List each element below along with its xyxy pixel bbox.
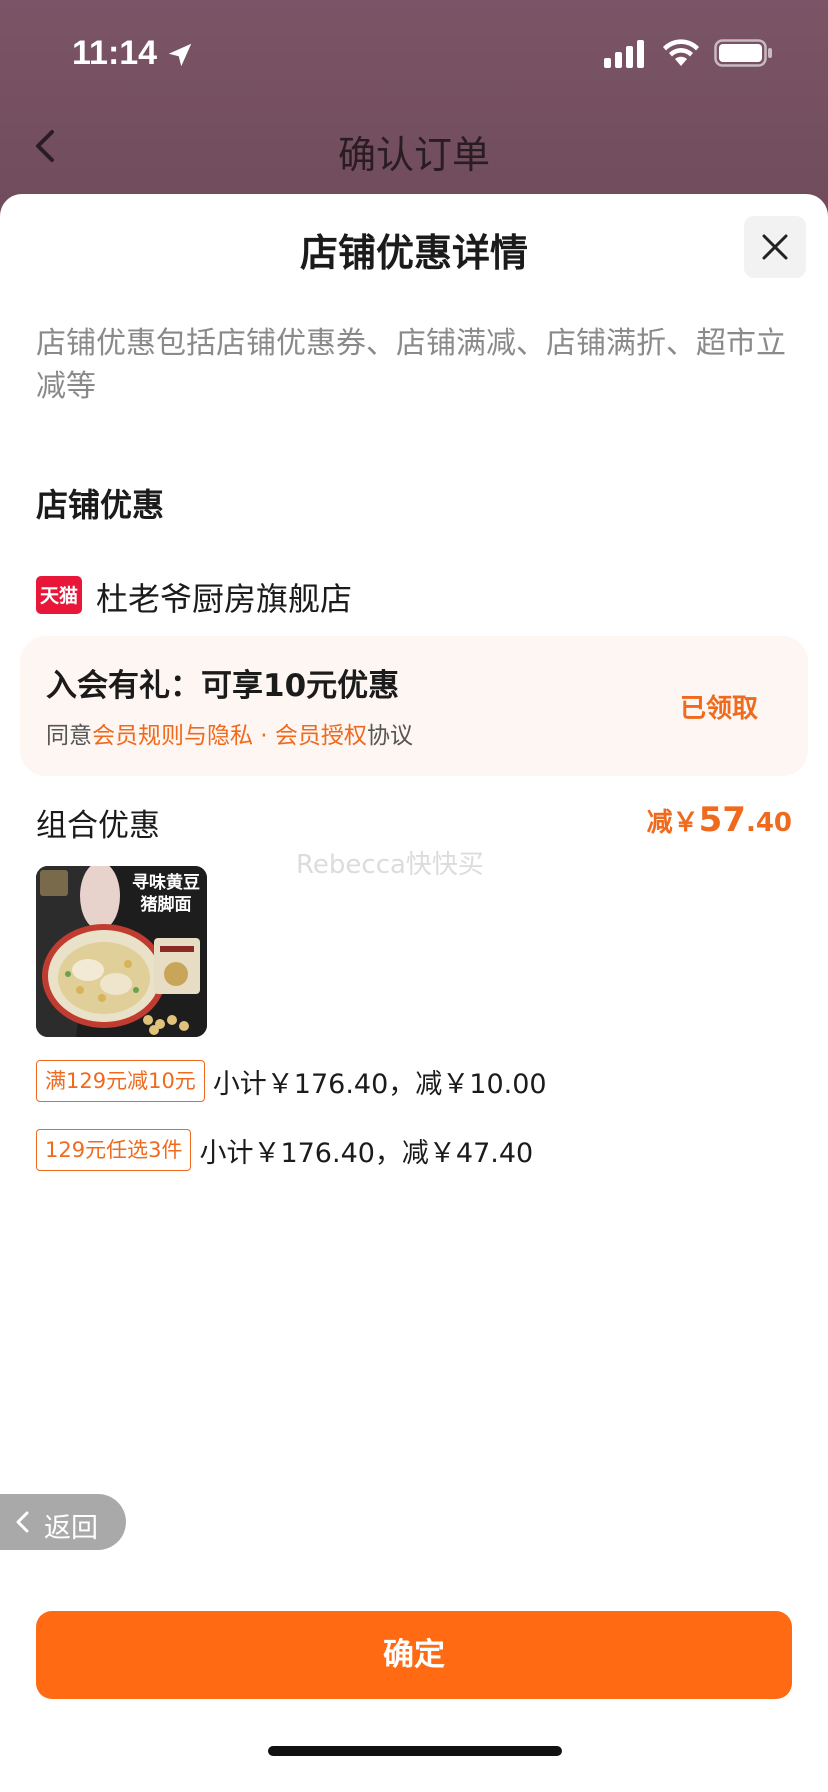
promotion-subtotal: 小计￥176.40，减￥47.40 — [199, 1137, 534, 1169]
promotion-tag: 129元任选3件 — [36, 1129, 192, 1171]
confirm-button[interactable]: 确定 — [36, 1611, 792, 1699]
member-agreement-text: 同意会员规则与隐私 · 会员授权协议 — [46, 716, 413, 750]
member-offer-status: 已领取 — [679, 694, 758, 724]
member-offer-title: 入会有礼：可享10元优惠 — [46, 668, 400, 704]
product-image-title: 寻味黄豆 猪脚面 — [132, 872, 200, 916]
discount-prefix: 减￥ — [646, 808, 699, 838]
status-time: 11:14 — [72, 34, 158, 72]
discount-description: 店铺优惠包括店铺优惠券、店铺满减、店铺满折、超市立减等 — [36, 326, 786, 404]
chevron-left-icon — [16, 1511, 29, 1533]
tmall-logo-text: 天猫 — [39, 585, 78, 607]
store-discount-sheet: 店铺优惠详情 店铺优惠包括店铺优惠券、店铺满减、店铺满折、超市立减等 店铺优惠 … — [0, 194, 828, 1792]
promotion-tag: 满129元减10元 — [36, 1060, 205, 1102]
discount-decimal: .40 — [745, 808, 792, 838]
close-button[interactable] — [744, 216, 806, 278]
product-title-line2: 猪脚面 — [140, 895, 192, 915]
agree-suffix: 协议 — [366, 723, 413, 749]
order-header: 确认订单 — [0, 110, 828, 190]
promotion-row: 129元任选3件 小计￥176.40，减￥47.40 — [36, 1129, 533, 1173]
close-icon — [762, 234, 788, 260]
return-label: 返回 — [44, 1513, 98, 1544]
wifi-icon — [663, 39, 699, 66]
order-page-title: 确认订单 — [337, 133, 490, 177]
member-rules-link[interactable]: 会员规则与隐私 · 会员授权 — [92, 723, 367, 749]
tmall-logo: 天猫 — [36, 576, 82, 614]
cellular-signal-icon — [604, 40, 644, 68]
store-name: 杜老爷厨房旗舰店 — [96, 580, 353, 618]
sheet-title: 店铺优惠详情 — [299, 231, 528, 275]
member-offer-card: 入会有礼：可享10元优惠 同意会员规则与隐私 · 会员授权协议 已领取 — [20, 636, 808, 776]
watermark: Rebecca快快买 — [296, 850, 484, 880]
promotion-subtotal: 小计￥176.40，减￥10.00 — [212, 1068, 547, 1100]
combo-discount-amount: 减￥57.40 — [647, 800, 792, 840]
home-indicator — [268, 1746, 562, 1756]
product-thumbnail[interactable]: 寻味黄豆 猪脚面 — [36, 866, 207, 1037]
combo-discount-label: 组合优惠 — [36, 808, 160, 844]
section-title-store-discount: 店铺优惠 — [36, 486, 165, 524]
battery-icon — [714, 39, 772, 67]
product-title-line1: 寻味黄豆 — [132, 873, 200, 893]
agree-prefix: 同意 — [46, 723, 92, 749]
status-bar: 11:14 — [0, 0, 828, 110]
location-arrow-icon — [168, 43, 192, 67]
discount-integer: 57 — [698, 800, 746, 840]
promotion-row: 满129元减10元 小计￥176.40，减￥10.00 — [36, 1060, 547, 1104]
return-button[interactable]: 返回 — [0, 1494, 126, 1550]
